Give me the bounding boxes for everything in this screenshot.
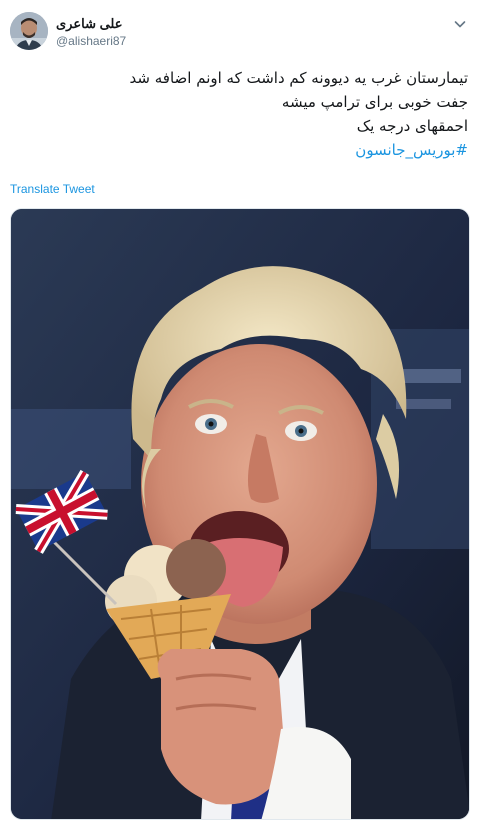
- tweet-text-line: احمقهای درجه یک: [356, 117, 468, 135]
- avatar[interactable]: [10, 12, 48, 50]
- author-handle[interactable]: @alishaeri87: [56, 33, 126, 49]
- hashtag-link[interactable]: #بوریس_جانسون: [40, 138, 468, 162]
- tweet-text-line: جفت خوبی برای ترامپ میشه: [281, 93, 468, 111]
- tweet-media-photo[interactable]: [10, 208, 470, 820]
- photo-man-eating-ice-cream-icon: [11, 209, 469, 819]
- author-info[interactable]: علی شاعری @alishaeri87: [56, 16, 126, 49]
- author-display-name[interactable]: علی شاعری: [56, 16, 126, 32]
- tweet-text: تیمارستان غرب یه دیوونه کم داشت که اونم …: [40, 66, 468, 162]
- user-avatar-icon: [10, 12, 48, 50]
- tweet-card: علی شاعری @alishaeri87 تیمارستان غرب یه …: [0, 0, 478, 834]
- translate-tweet-link[interactable]: Translate Tweet: [10, 182, 95, 196]
- tweet-text-line: تیمارستان غرب یه دیوونه کم داشت که اونم …: [129, 69, 468, 87]
- chevron-down-icon[interactable]: [452, 16, 468, 32]
